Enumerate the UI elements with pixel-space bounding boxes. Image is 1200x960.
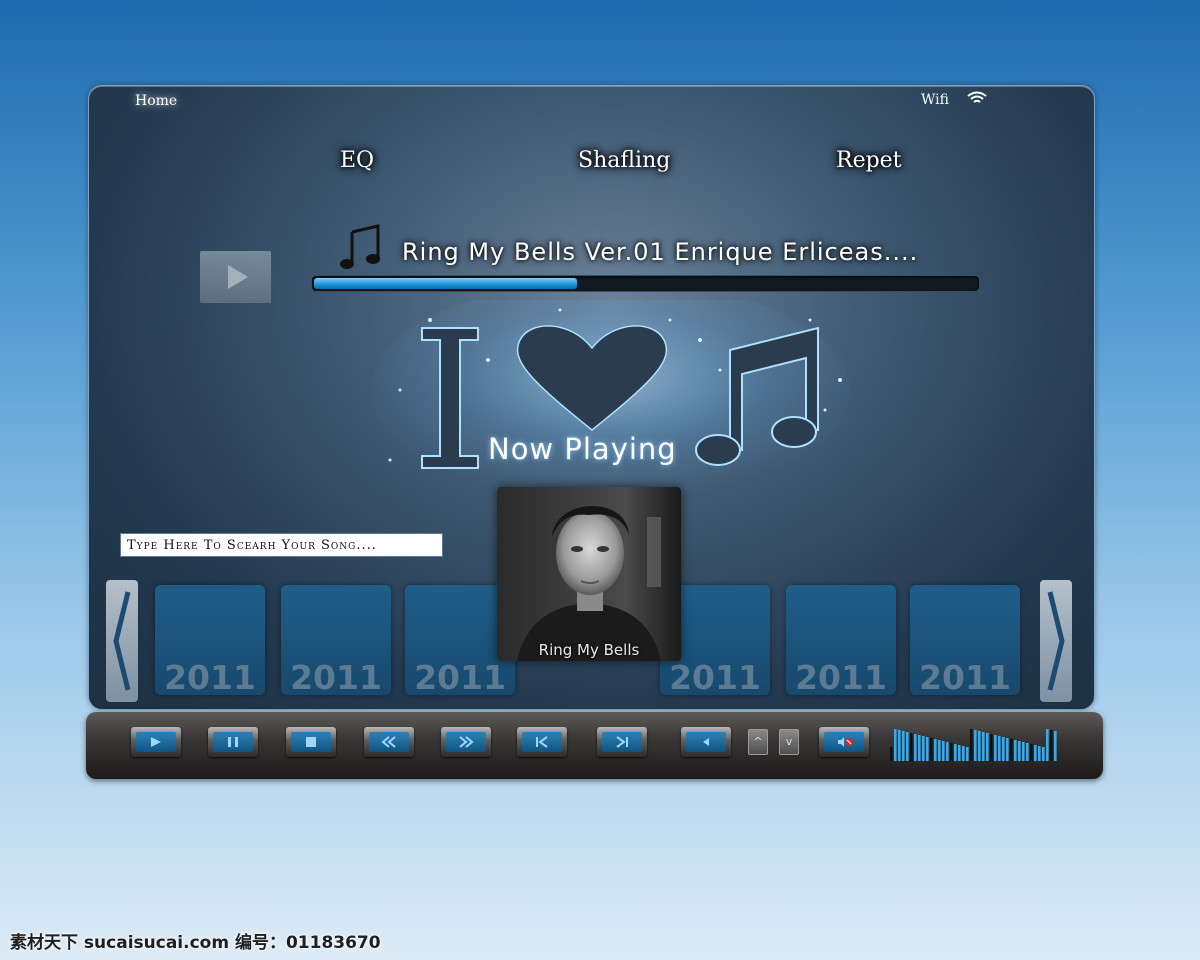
- equalizer-bar: [974, 730, 977, 761]
- equalizer-bar: [962, 746, 965, 761]
- chevron-left-icon: [113, 591, 131, 691]
- play-button[interactable]: [131, 727, 181, 757]
- shuffle-button[interactable]: Shafling: [572, 143, 676, 179]
- volume-button[interactable]: [681, 727, 731, 757]
- equalizer-bar: [942, 741, 945, 761]
- tile-year: 2011: [919, 658, 1011, 695]
- equalizer-bar: [1002, 737, 1005, 761]
- equalizer-bar: [890, 747, 893, 761]
- equalizer-bar: [1038, 746, 1041, 761]
- equalizer-bar: [994, 735, 997, 761]
- equalizer-bar: [998, 736, 1001, 761]
- equalizer-bar: [1054, 731, 1057, 761]
- home-link[interactable]: Home: [135, 93, 177, 109]
- stop-button[interactable]: [286, 727, 336, 757]
- equalizer-bar: [946, 742, 949, 761]
- carousel-next-button[interactable]: [1040, 580, 1072, 702]
- equalizer-bar: [930, 738, 933, 761]
- mute-button[interactable]: [819, 727, 869, 757]
- skip-back-icon: [536, 736, 548, 748]
- equalizer-bar: [902, 731, 905, 761]
- equalizer-bar: [918, 735, 921, 761]
- play-video-button[interactable]: [200, 251, 271, 303]
- equalizer-bar: [922, 736, 925, 761]
- progress-bar[interactable]: [311, 275, 980, 292]
- repeat-button[interactable]: Repet: [830, 143, 908, 179]
- previous-track-button[interactable]: [517, 727, 567, 757]
- carousel-prev-button[interactable]: [106, 580, 138, 702]
- equalizer-bar: [950, 743, 953, 761]
- equalizer-bar: [906, 732, 909, 761]
- skip-forward-icon: [616, 736, 628, 748]
- wifi-label: Wifi: [921, 92, 949, 108]
- i-love-music-logo: [370, 300, 850, 500]
- equalizer-bar: [894, 729, 897, 761]
- fast-forward-button[interactable]: [441, 727, 491, 757]
- album-tile[interactable]: 2011: [910, 585, 1020, 695]
- next-track-button[interactable]: [597, 727, 647, 757]
- equalizer-bar: [914, 734, 917, 761]
- tile-year: 2011: [414, 658, 506, 695]
- equalizer-bar: [1006, 738, 1009, 761]
- chevron-right-icon: [1047, 591, 1065, 691]
- album-tile[interactable]: 2011: [281, 585, 391, 695]
- equalizer-bar: [1030, 744, 1033, 761]
- equalizer-bar: [1042, 747, 1045, 761]
- equalizer-bar: [938, 740, 941, 761]
- equalizer-bar: [910, 733, 913, 761]
- album-caption: Ring My Bells: [538, 641, 640, 659]
- volume-down-icon: [703, 738, 709, 746]
- volume-down-button[interactable]: v: [779, 729, 799, 755]
- watermark-text: 素材天下 sucaisucai.com 编号：01183670: [10, 933, 381, 953]
- album-tile[interactable]: 2011: [155, 585, 265, 695]
- artist-portrait-image: [497, 487, 681, 661]
- pause-icon: [228, 737, 238, 747]
- equalizer-bar: [1026, 743, 1029, 761]
- now-playing-label: Now Playing: [488, 432, 677, 466]
- pause-button[interactable]: [208, 727, 258, 757]
- volume-up-button[interactable]: ^: [748, 729, 768, 755]
- play-icon: [228, 265, 248, 289]
- rewind-button[interactable]: [364, 727, 414, 757]
- equalizer-bar: [1046, 729, 1049, 761]
- tile-year: 2011: [795, 658, 887, 695]
- track-title: Ring My Bells Ver.01 Enrique Erliceas...…: [402, 238, 919, 266]
- equalizer-bar: [1018, 741, 1021, 761]
- mute-icon: [838, 737, 853, 747]
- album-tile[interactable]: 2011: [786, 585, 896, 695]
- equalizer-bar: [898, 730, 901, 761]
- eq-button[interactable]: EQ: [334, 143, 380, 179]
- equalizer-bar: [1050, 730, 1053, 761]
- tile-year: 2011: [669, 658, 761, 695]
- tile-year: 2011: [290, 658, 382, 695]
- current-album-cover[interactable]: Ring My Bells: [497, 487, 681, 661]
- equalizer-bar: [1022, 742, 1025, 761]
- rewind-icon: [381, 736, 396, 748]
- equalizer-bar: [1034, 745, 1037, 761]
- tile-year: 2011: [164, 658, 256, 695]
- music-note-icon: [340, 224, 380, 269]
- equalizer-bar: [986, 733, 989, 761]
- equalizer-bar: [990, 734, 993, 761]
- play-icon: [151, 737, 161, 747]
- equalizer-bar: [966, 747, 969, 761]
- equalizer-bar: [1014, 740, 1017, 761]
- equalizer-bar: [934, 739, 937, 761]
- song-search-input[interactable]: [120, 533, 443, 557]
- equalizer-visualizer: [890, 729, 1057, 761]
- equalizer-bar: [958, 745, 961, 761]
- equalizer-bar: [954, 744, 957, 761]
- equalizer-bar: [970, 729, 973, 761]
- wifi-icon[interactable]: [966, 90, 988, 106]
- equalizer-bar: [982, 732, 985, 761]
- equalizer-bar: [1010, 739, 1013, 761]
- stop-icon: [306, 737, 316, 747]
- progress-fill: [314, 278, 577, 289]
- fast-forward-icon: [459, 736, 474, 748]
- equalizer-bar: [926, 737, 929, 761]
- equalizer-bar: [978, 731, 981, 761]
